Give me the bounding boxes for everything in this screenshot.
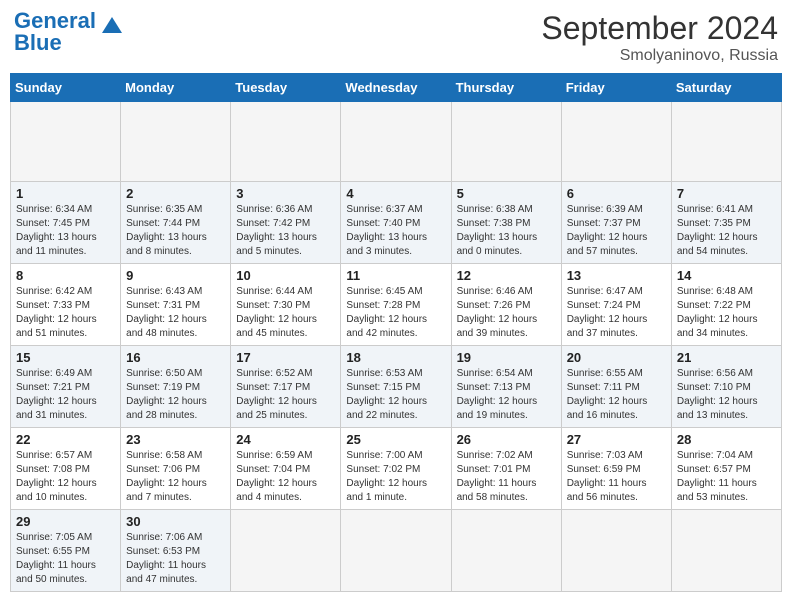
day-20: 20 Sunrise: 6:55 AMSunset: 7:11 PMDaylig… — [561, 346, 671, 428]
calendar-row-3: 8 Sunrise: 6:42 AMSunset: 7:33 PMDayligh… — [11, 264, 782, 346]
calendar-table: Sunday Monday Tuesday Wednesday Thursday… — [10, 73, 782, 592]
day-30: 30 Sunrise: 7:06 AMSunset: 6:53 PMDaylig… — [121, 510, 231, 592]
empty-cell — [671, 510, 781, 592]
day-2: 2 Sunrise: 6:35 AMSunset: 7:44 PMDayligh… — [121, 182, 231, 264]
day-24: 24 Sunrise: 6:59 AMSunset: 7:04 PMDaylig… — [231, 428, 341, 510]
calendar-row-2: 1 Sunrise: 6:34 AMSunset: 7:45 PMDayligh… — [11, 182, 782, 264]
logo-icon — [98, 13, 126, 41]
day-4: 4 Sunrise: 6:37 AMSunset: 7:40 PMDayligh… — [341, 182, 451, 264]
calendar-row-6: 29 Sunrise: 7:05 AMSunset: 6:55 PMDaylig… — [11, 510, 782, 592]
calendar-header-row: Sunday Monday Tuesday Wednesday Thursday… — [11, 74, 782, 102]
day-17: 17 Sunrise: 6:52 AMSunset: 7:17 PMDaylig… — [231, 346, 341, 428]
empty-cell — [11, 102, 121, 182]
day-14: 14 Sunrise: 6:48 AMSunset: 7:22 PMDaylig… — [671, 264, 781, 346]
empty-cell — [341, 102, 451, 182]
day-16: 16 Sunrise: 6:50 AMSunset: 7:19 PMDaylig… — [121, 346, 231, 428]
empty-cell — [231, 102, 341, 182]
day-6: 6 Sunrise: 6:39 AMSunset: 7:37 PMDayligh… — [561, 182, 671, 264]
empty-cell — [451, 510, 561, 592]
header-tuesday: Tuesday — [231, 74, 341, 102]
day-12: 12 Sunrise: 6:46 AMSunset: 7:26 PMDaylig… — [451, 264, 561, 346]
month-title: September 2024 — [541, 10, 778, 47]
empty-cell — [451, 102, 561, 182]
day-18: 18 Sunrise: 6:53 AMSunset: 7:15 PMDaylig… — [341, 346, 451, 428]
header-monday: Monday — [121, 74, 231, 102]
day-26: 26 Sunrise: 7:02 AMSunset: 7:01 PMDaylig… — [451, 428, 561, 510]
logo-text: GeneralBlue — [14, 10, 96, 54]
day-28: 28 Sunrise: 7:04 AMSunset: 6:57 PMDaylig… — [671, 428, 781, 510]
location: Smolyaninovo, Russia — [541, 47, 778, 65]
calendar-row-5: 22 Sunrise: 6:57 AMSunset: 7:08 PMDaylig… — [11, 428, 782, 510]
day-22: 22 Sunrise: 6:57 AMSunset: 7:08 PMDaylig… — [11, 428, 121, 510]
day-13: 13 Sunrise: 6:47 AMSunset: 7:24 PMDaylig… — [561, 264, 671, 346]
day-1: 1 Sunrise: 6:34 AMSunset: 7:45 PMDayligh… — [11, 182, 121, 264]
day-29: 29 Sunrise: 7:05 AMSunset: 6:55 PMDaylig… — [11, 510, 121, 592]
header-thursday: Thursday — [451, 74, 561, 102]
calendar-row-1 — [11, 102, 782, 182]
day-8: 8 Sunrise: 6:42 AMSunset: 7:33 PMDayligh… — [11, 264, 121, 346]
day-7: 7 Sunrise: 6:41 AMSunset: 7:35 PMDayligh… — [671, 182, 781, 264]
day-21: 21 Sunrise: 6:56 AMSunset: 7:10 PMDaylig… — [671, 346, 781, 428]
header-wednesday: Wednesday — [341, 74, 451, 102]
logo: GeneralBlue — [14, 10, 126, 54]
empty-cell — [671, 102, 781, 182]
page-header: GeneralBlue September 2024 Smolyaninovo,… — [10, 10, 782, 65]
day-19: 19 Sunrise: 6:54 AMSunset: 7:13 PMDaylig… — [451, 346, 561, 428]
day-23: 23 Sunrise: 6:58 AMSunset: 7:06 PMDaylig… — [121, 428, 231, 510]
empty-cell — [341, 510, 451, 592]
empty-cell — [121, 102, 231, 182]
day-9: 9 Sunrise: 6:43 AMSunset: 7:31 PMDayligh… — [121, 264, 231, 346]
day-15: 15 Sunrise: 6:49 AMSunset: 7:21 PMDaylig… — [11, 346, 121, 428]
title-area: September 2024 Smolyaninovo, Russia — [541, 10, 778, 65]
day-3: 3 Sunrise: 6:36 AMSunset: 7:42 PMDayligh… — [231, 182, 341, 264]
header-sunday: Sunday — [11, 74, 121, 102]
empty-cell — [561, 102, 671, 182]
calendar-row-4: 15 Sunrise: 6:49 AMSunset: 7:21 PMDaylig… — [11, 346, 782, 428]
day-25: 25 Sunrise: 7:00 AMSunset: 7:02 PMDaylig… — [341, 428, 451, 510]
day-10: 10 Sunrise: 6:44 AMSunset: 7:30 PMDaylig… — [231, 264, 341, 346]
header-friday: Friday — [561, 74, 671, 102]
empty-cell — [561, 510, 671, 592]
empty-cell — [231, 510, 341, 592]
header-saturday: Saturday — [671, 74, 781, 102]
day-5: 5 Sunrise: 6:38 AMSunset: 7:38 PMDayligh… — [451, 182, 561, 264]
logo-blue: Blue — [14, 30, 62, 55]
day-27: 27 Sunrise: 7:03 AMSunset: 6:59 PMDaylig… — [561, 428, 671, 510]
day-11: 11 Sunrise: 6:45 AMSunset: 7:28 PMDaylig… — [341, 264, 451, 346]
